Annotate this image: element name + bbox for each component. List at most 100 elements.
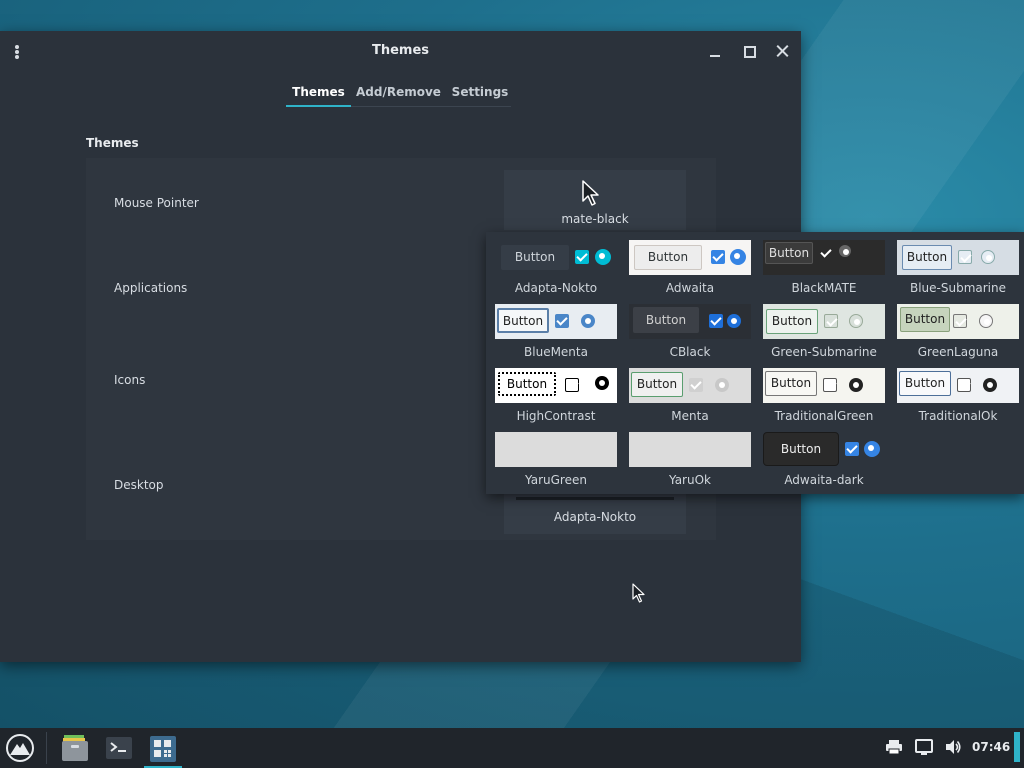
desktop-preview[interactable]: Adapta-Nokto: [504, 494, 686, 534]
terminal-icon[interactable]: [104, 732, 134, 764]
checkbox-icon: [709, 314, 723, 328]
radio-icon: [595, 249, 611, 265]
sample-button: Button: [497, 308, 549, 333]
gtk-theme-popup: Button Adapta-Nokto Button Adwaita Butto…: [486, 232, 1024, 494]
mouse-pointer-icon: [582, 180, 599, 206]
radio-icon: [730, 249, 746, 265]
theme-bluementa[interactable]: Button BlueMenta: [495, 304, 617, 362]
titlebar: Themes: [0, 31, 801, 71]
checkbox-icon: [845, 442, 859, 456]
radio-icon: [983, 378, 997, 392]
desktop-thumbnail: [516, 497, 674, 500]
mouse-pointer-preview[interactable]: mate-black: [504, 170, 686, 230]
volume-icon[interactable]: [944, 738, 962, 756]
theme-traditionalgreen[interactable]: Button TraditionalGreen: [763, 368, 885, 426]
mouse-pointer-label: Mouse Pointer: [114, 196, 199, 210]
theme-label: TraditionalGreen: [774, 409, 874, 423]
theme-label: CBlack: [669, 345, 711, 359]
radio-icon: [981, 250, 995, 264]
checkbox-icon: [819, 246, 833, 260]
sample-button: Button: [634, 245, 702, 270]
sample-button: Button: [766, 309, 818, 334]
checkbox-icon: [953, 314, 967, 328]
printer-icon[interactable]: [885, 738, 903, 756]
icons-label: Icons: [114, 373, 146, 387]
theme-label: YaruGreen: [525, 473, 587, 487]
clock[interactable]: 07:46: [972, 740, 1010, 754]
theme-adwaita[interactable]: Button Adwaita: [629, 240, 751, 298]
theme-label: BlackMATE: [791, 281, 857, 295]
sample-button: Button: [899, 371, 951, 396]
theme-label: Adapta-Nokto: [514, 281, 598, 295]
theme-highcontrast[interactable]: Button HighContrast: [495, 368, 617, 426]
minimize-icon[interactable]: [706, 41, 726, 61]
checkbox-icon: [823, 378, 837, 392]
radio-icon: [581, 314, 595, 328]
theme-blackmate[interactable]: Button BlackMATE: [763, 240, 885, 298]
radio-icon: [839, 245, 851, 257]
radio-icon: [727, 314, 741, 328]
theme-label: YaruOk: [669, 473, 711, 487]
window-title: Themes: [371, 43, 430, 58]
radio-icon: [979, 314, 993, 328]
sample-button: Button: [633, 307, 699, 333]
theme-blue-submarine[interactable]: Button Blue-Submarine: [897, 240, 1019, 298]
sample-button: Button: [902, 245, 952, 270]
theme-label: Blue-Submarine: [909, 281, 1007, 295]
radio-icon: [849, 314, 863, 328]
theme-yaruok[interactable]: YaruOk: [629, 432, 751, 490]
tab-add-remove[interactable]: Add/Remove: [356, 79, 441, 107]
sample-button: Button: [765, 242, 813, 264]
theme-label: Menta: [671, 409, 709, 423]
taskbar-separator: [46, 732, 47, 764]
desktop-value: Adapta-Nokto: [553, 510, 637, 524]
sample-button: Button: [501, 245, 569, 270]
radio-icon: [849, 378, 863, 392]
theme-label: TraditionalOk: [918, 409, 998, 423]
maximize-icon[interactable]: [739, 41, 759, 61]
section-title: Themes: [86, 136, 139, 150]
sample-button: Button: [631, 372, 683, 397]
radio-icon: [715, 378, 729, 392]
taskbar: 07:46: [0, 728, 1024, 768]
mouse-pointer-value: mate-black: [561, 212, 629, 226]
themes-app-glyph-icon: [150, 736, 176, 762]
theme-adwaita-dark[interactable]: Button Adwaita-dark: [763, 432, 885, 490]
theme-label: HighContrast: [516, 409, 596, 423]
theme-label: Green-Submarine: [771, 345, 877, 359]
theme-menta[interactable]: Button Menta: [629, 368, 751, 426]
file-manager-icon[interactable]: [60, 732, 90, 764]
theme-greenlaguna[interactable]: Button GreenLaguna: [897, 304, 1019, 362]
theme-label: Adwaita-dark: [784, 473, 864, 487]
themes-app-icon[interactable]: [144, 732, 182, 768]
applications-label: Applications: [114, 281, 188, 295]
checkbox-icon: [957, 378, 971, 392]
theme-adapta-nokto[interactable]: Button Adapta-Nokto: [495, 240, 617, 298]
theme-yarugreen[interactable]: YaruGreen: [495, 432, 617, 490]
mouse-cursor-icon: [632, 583, 645, 603]
radio-icon: [595, 376, 609, 390]
sample-button: Button: [900, 307, 950, 332]
checkbox-icon: [555, 314, 569, 328]
show-desktop-button[interactable]: [1014, 732, 1020, 762]
theme-label: GreenLaguna: [917, 345, 999, 359]
theme-traditionalok[interactable]: Button TraditionalOk: [897, 368, 1019, 426]
close-icon[interactable]: [773, 41, 793, 61]
tab-settings[interactable]: Settings: [448, 79, 512, 107]
sample-button: Button: [498, 372, 556, 396]
theme-label: BlueMenta: [524, 345, 588, 359]
theme-label: Adwaita: [665, 281, 715, 295]
tab-themes[interactable]: Themes: [286, 79, 351, 107]
checkbox-icon: [958, 250, 972, 264]
theme-green-submarine[interactable]: Button Green-Submarine: [763, 304, 885, 362]
launcher-icon[interactable]: [4, 732, 36, 764]
sample-button: Button: [763, 432, 839, 466]
sample-button: Button: [765, 371, 817, 396]
radio-icon: [864, 441, 880, 457]
tab-divider: [351, 106, 511, 107]
checkbox-icon: [565, 378, 579, 392]
checkbox-icon: [689, 378, 703, 392]
theme-cblack[interactable]: Button CBlack: [629, 304, 751, 362]
network-icon[interactable]: [915, 738, 933, 756]
checkbox-icon: [575, 250, 589, 264]
